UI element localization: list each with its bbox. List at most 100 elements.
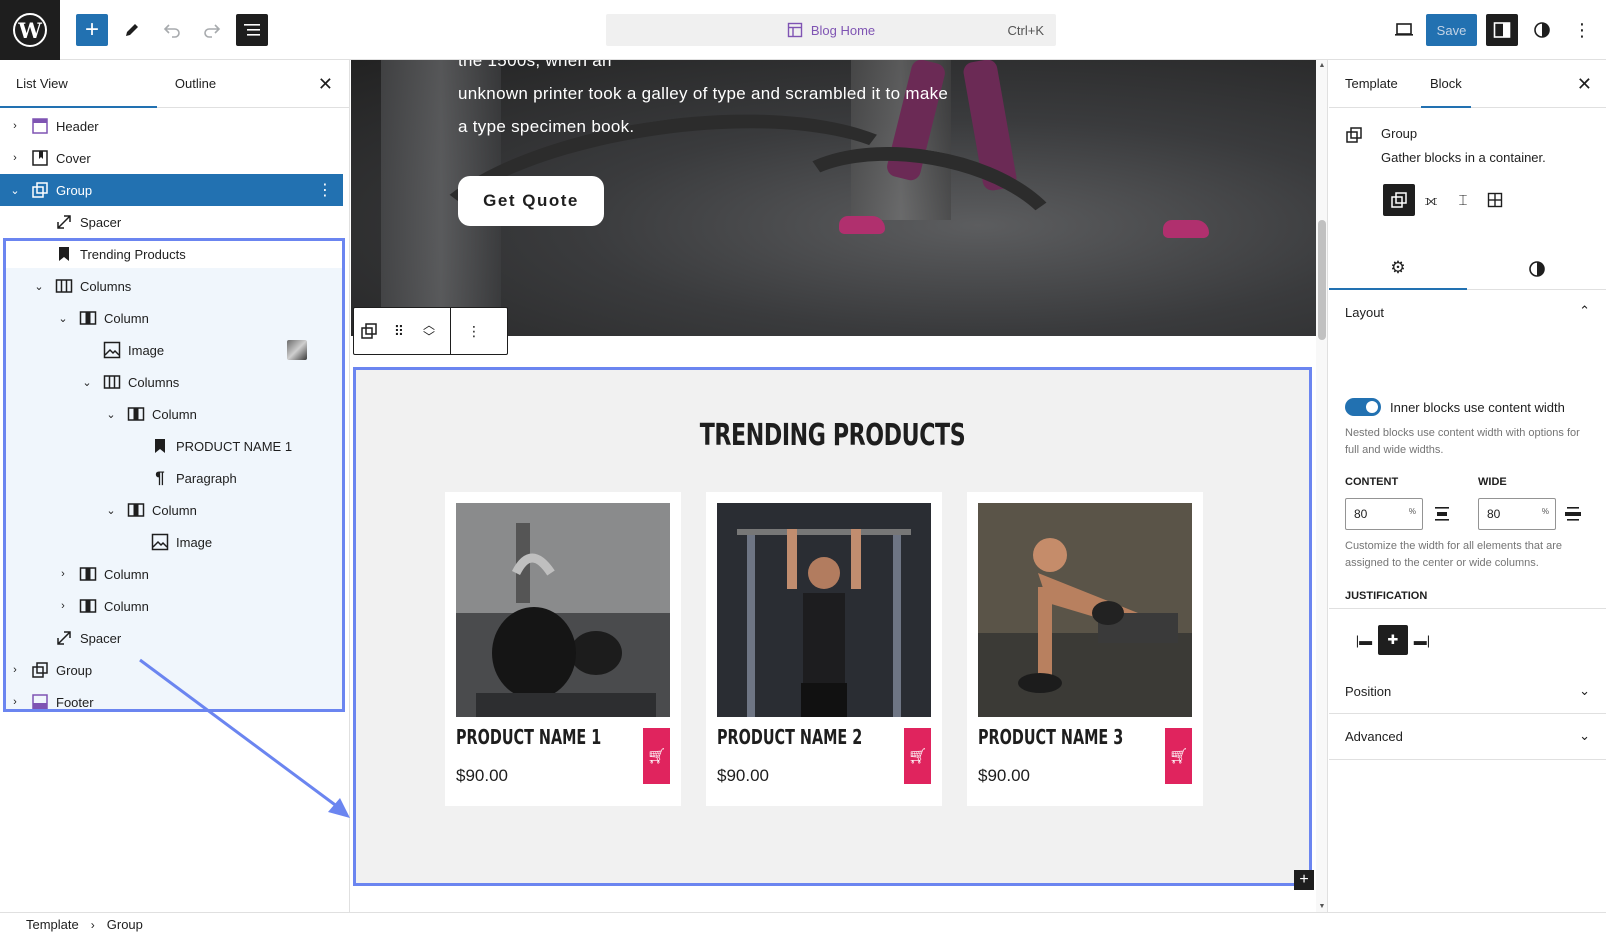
close-list-view-button[interactable]: ✕ — [318, 74, 333, 95]
tree-item-image[interactable]: Image — [0, 334, 343, 366]
section-heading[interactable]: TRENDING PRODUCTS — [442, 418, 1223, 453]
wide-width-input[interactable]: 80 % — [1478, 498, 1556, 530]
justify-left-button[interactable]: |▬ — [1349, 625, 1379, 655]
redo-button[interactable] — [196, 14, 228, 46]
product-image[interactable] — [456, 503, 670, 717]
add-to-cart-button[interactable]: 🛒︎ — [643, 728, 670, 784]
tab-styles[interactable] — [1468, 248, 1606, 290]
document-overview-button[interactable] — [236, 14, 268, 46]
chevron-down-icon[interactable]: ⌄ — [104, 504, 118, 517]
advanced-panel-toggle[interactable]: Advanced — [1345, 729, 1403, 744]
product-price[interactable]: $90.00 — [717, 766, 769, 786]
tab-settings[interactable]: ⚙ — [1329, 248, 1467, 290]
tree-item-image[interactable]: Image — [0, 526, 343, 558]
tree-item-group-selected[interactable]: ⌄ Group ⋮ — [0, 174, 343, 206]
tree-item-cover[interactable]: › Cover — [0, 142, 343, 174]
scroll-down-arrow-icon[interactable]: ▼ — [1316, 903, 1328, 910]
chevron-right-icon[interactable]: › — [56, 568, 70, 580]
breadcrumb-item-template[interactable]: Template — [26, 917, 79, 932]
tab-block[interactable]: Block — [1421, 60, 1471, 108]
block-options-button[interactable]: ⋮ — [451, 308, 497, 354]
tree-item-column[interactable]: ⌄ Column — [0, 494, 343, 526]
chevron-down-icon[interactable]: ⌄ — [32, 280, 46, 293]
variation-stack-button[interactable]: ⌶ — [1447, 184, 1479, 216]
variation-row-button[interactable]: ⟗ — [1415, 184, 1447, 216]
chevron-down-icon[interactable]: ⌄ — [104, 408, 118, 421]
product-name[interactable]: PRODUCT NAME 2 — [717, 725, 862, 749]
tree-item-header[interactable]: › Header — [0, 110, 343, 142]
chevron-down-icon[interactable]: ﹀ — [423, 331, 435, 343]
breadcrumb-item-group[interactable]: Group — [107, 917, 143, 932]
styles-button[interactable] — [1526, 14, 1558, 46]
product-card[interactable]: PRODUCT NAME 2 $90.00 🛒︎ — [706, 492, 942, 806]
unit-selector[interactable]: % — [1542, 507, 1549, 516]
get-quote-button[interactable]: Get Quote — [458, 176, 604, 226]
tree-item-column[interactable]: › Column — [0, 590, 343, 622]
product-card[interactable]: PRODUCT NAME 1 $90.00 🛒︎ — [445, 492, 681, 806]
content-width-input[interactable]: 80 % — [1345, 498, 1423, 530]
unit-selector[interactable]: % — [1409, 507, 1416, 516]
product-name[interactable]: PRODUCT NAME 3 — [978, 725, 1123, 749]
chevron-right-icon[interactable]: › — [8, 120, 22, 132]
tab-outline[interactable]: Outline — [157, 60, 234, 108]
tree-item-column[interactable]: › Column — [0, 558, 343, 590]
selected-group-block[interactable]: TRENDING PRODUCTS PRODUCT NAME 1 $90.00 … — [353, 367, 1314, 890]
chevron-up-icon[interactable]: ⌃ — [1579, 303, 1590, 319]
chevron-right-icon[interactable]: › — [8, 152, 22, 164]
tree-item-columns[interactable]: ⌄ Columns — [0, 270, 343, 302]
tab-template[interactable]: Template — [1345, 60, 1398, 108]
undo-button[interactable] — [156, 14, 188, 46]
tree-item-spacer[interactable]: Spacer — [0, 622, 343, 654]
product-card[interactable]: PRODUCT NAME 3 $90.00 🛒︎ — [967, 492, 1203, 806]
add-to-cart-button[interactable]: 🛒︎ — [1165, 728, 1192, 784]
product-price[interactable]: $90.00 — [978, 766, 1030, 786]
tree-item-heading[interactable]: Trending Products — [0, 238, 343, 270]
settings-toggle-button[interactable] — [1486, 14, 1518, 46]
inner-blocks-content-width-toggle[interactable] — [1345, 398, 1381, 416]
scroll-up-arrow-icon[interactable]: ▲ — [1316, 62, 1328, 69]
product-image[interactable] — [978, 503, 1192, 717]
add-block-button[interactable]: + — [76, 14, 108, 46]
block-appender-button[interactable]: + — [1294, 870, 1314, 890]
command-palette-trigger[interactable]: Blog Home Ctrl+K — [606, 14, 1056, 46]
block-options-kebab-icon[interactable]: ⋮ — [317, 180, 333, 200]
tools-button[interactable] — [116, 14, 148, 46]
chevron-right-icon[interactable]: › — [8, 664, 22, 676]
save-button[interactable]: Save — [1426, 14, 1477, 46]
canvas-scrollbar[interactable]: ▲ ▼ — [1316, 60, 1328, 912]
product-price[interactable]: $90.00 — [456, 766, 508, 786]
chevron-down-icon[interactable]: ⌄ — [56, 312, 70, 325]
wordpress-logo[interactable]: W — [0, 0, 60, 60]
cover-block[interactable]: the 1500s, when an unknown printer took … — [351, 60, 1316, 336]
chevron-down-icon[interactable]: ⌄ — [8, 184, 22, 197]
chevron-down-icon[interactable]: ⌄ — [1579, 683, 1590, 699]
tree-item-paragraph[interactable]: ¶ Paragraph — [0, 462, 343, 494]
chevron-down-icon[interactable]: ⌄ — [1579, 728, 1590, 744]
chevron-down-icon[interactable]: ⌄ — [80, 376, 94, 389]
layout-panel-toggle[interactable]: Layout — [1345, 305, 1384, 320]
tree-item-column[interactable]: ⌄ Column — [0, 398, 343, 430]
tab-list-view[interactable]: List View — [0, 60, 157, 108]
variation-grid-button[interactable] — [1479, 184, 1511, 216]
block-switcher-button[interactable] — [354, 308, 384, 354]
tree-item-spacer[interactable]: Spacer — [0, 206, 343, 238]
chevron-right-icon[interactable]: › — [8, 696, 22, 708]
variation-group-button[interactable] — [1383, 184, 1415, 216]
position-panel-toggle[interactable]: Position — [1345, 684, 1391, 699]
add-to-cart-button[interactable]: 🛒︎ — [904, 728, 931, 784]
tree-item-footer[interactable]: › Footer — [0, 686, 343, 718]
options-menu-button[interactable]: ⋮ — [1566, 14, 1598, 46]
tree-item-group[interactable]: › Group — [0, 654, 343, 686]
justify-center-button[interactable]: ✚ — [1378, 625, 1408, 655]
tree-item-column[interactable]: ⌄ Column — [0, 302, 343, 334]
tree-item-columns[interactable]: ⌄ Columns — [0, 366, 343, 398]
justify-right-button[interactable]: ▬| — [1407, 625, 1437, 655]
chevron-right-icon[interactable]: › — [56, 600, 70, 612]
preview-device-button[interactable] — [1388, 14, 1420, 46]
product-image[interactable] — [717, 503, 931, 717]
close-sidebar-button[interactable]: ✕ — [1577, 74, 1592, 95]
product-name[interactable]: PRODUCT NAME 1 — [456, 725, 601, 749]
scrollbar-thumb[interactable] — [1318, 220, 1326, 340]
tree-item-heading[interactable]: PRODUCT NAME 1 — [0, 430, 343, 462]
drag-handle[interactable]: ⠿ — [384, 308, 414, 354]
